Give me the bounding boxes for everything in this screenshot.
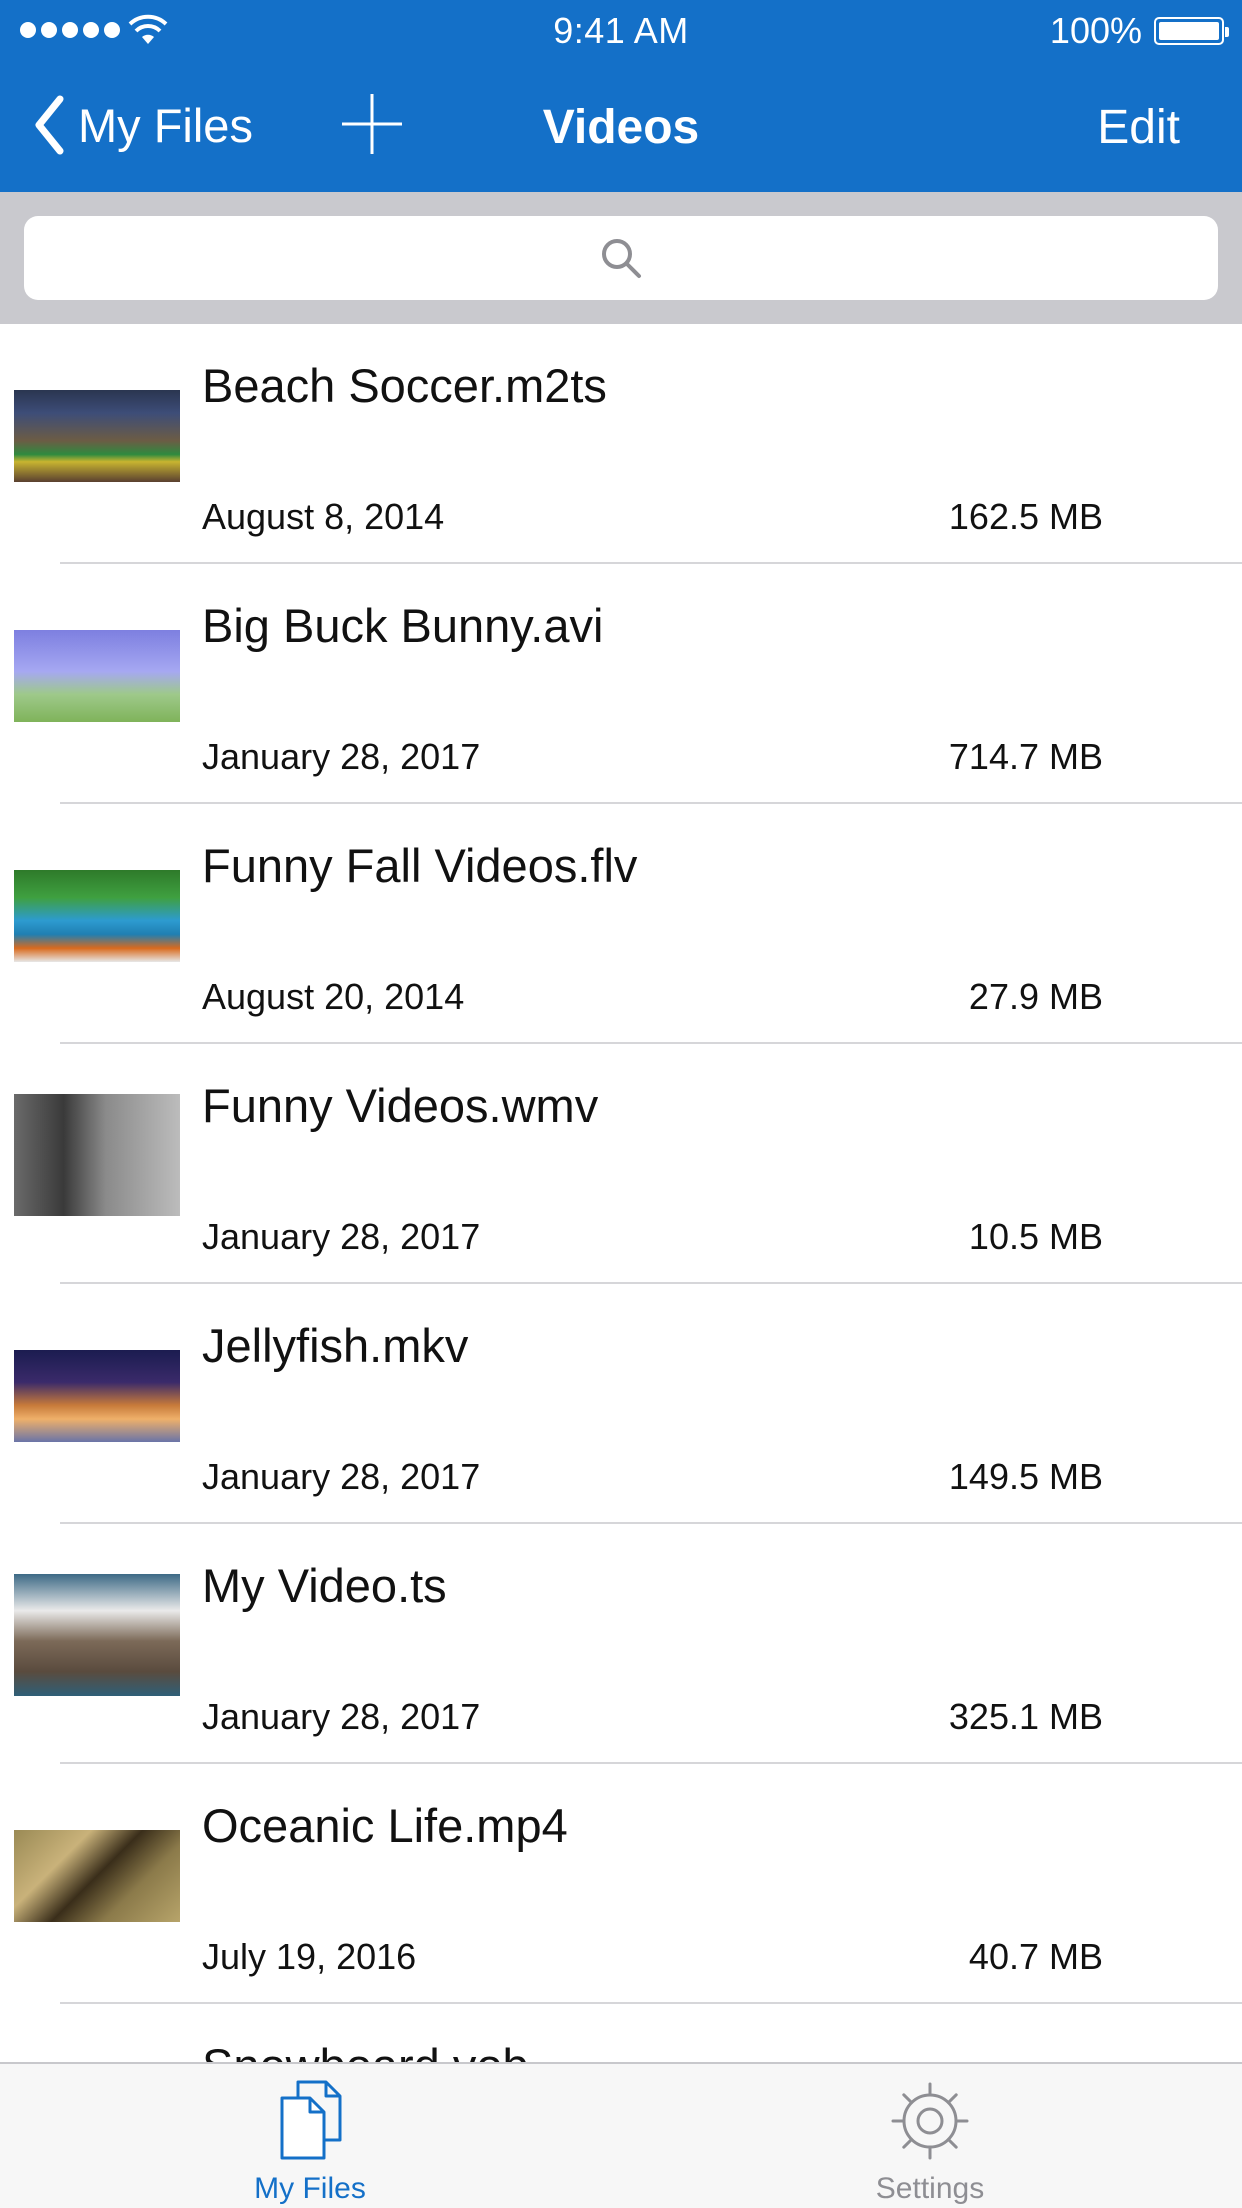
list-item[interactable]: Snowboard.vob	[0, 2004, 1242, 2062]
tab-my-files-label: My Files	[254, 2172, 366, 2205]
page-title: Videos	[542, 101, 700, 154]
search-input[interactable]	[24, 216, 1218, 300]
video-thumbnail	[14, 1350, 180, 1442]
file-date: August 8, 2014	[202, 496, 445, 537]
list-item[interactable]: My Video.ts January 28, 2017 325.1 MB	[0, 1524, 1242, 1764]
tab-my-files[interactable]: My Files	[160, 2064, 460, 2208]
file-name: Big Buck Bunny.avi	[202, 599, 604, 652]
video-thumbnail	[14, 390, 180, 482]
list-item[interactable]: Oceanic Life.mp4 July 19, 2016 40.7 MB	[0, 1764, 1242, 2004]
file-name: Jellyfish.mkv	[202, 1319, 469, 1372]
search-bar	[0, 192, 1242, 324]
video-thumbnail	[14, 630, 180, 722]
file-list: Beach Soccer.m2ts August 8, 2014 162.5 M…	[0, 324, 1242, 2062]
file-size: 27.9 MB	[968, 976, 1103, 1017]
tab-settings[interactable]: Settings	[780, 2064, 1080, 2208]
battery-percentage: 100%	[1049, 10, 1142, 51]
search-field[interactable]	[24, 216, 1218, 300]
file-name: Snowboard.vob	[202, 2038, 529, 2062]
tab-bar: My Files Settings	[0, 2062, 1242, 2208]
file-name: Beach Soccer.m2ts	[202, 359, 607, 412]
file-name: Funny Videos.wmv	[202, 1079, 599, 1132]
file-size: 40.7 MB	[968, 1936, 1103, 1977]
gear-icon	[891, 2082, 969, 2160]
file-date: January 28, 2017	[202, 1216, 481, 1257]
file-date: January 28, 2017	[202, 1456, 481, 1497]
list-item[interactable]: Jellyfish.mkv January 28, 2017 149.5 MB	[0, 1284, 1242, 1524]
documents-icon	[280, 2080, 342, 2160]
file-size: 149.5 MB	[948, 1456, 1103, 1497]
tab-settings-label: Settings	[875, 2172, 985, 2205]
video-thumbnail	[14, 1574, 180, 1696]
file-name: My Video.ts	[202, 1559, 447, 1612]
video-thumbnail	[14, 1830, 180, 1922]
list-item[interactable]: Beach Soccer.m2ts August 8, 2014 162.5 M…	[0, 324, 1242, 564]
list-item[interactable]: Funny Videos.wmv January 28, 2017 10.5 M…	[0, 1044, 1242, 1284]
video-thumbnail	[14, 1094, 180, 1216]
status-bar: 9:41 AM 100%	[0, 0, 1242, 62]
file-size: 714.7 MB	[948, 736, 1103, 777]
video-thumbnail	[14, 870, 180, 962]
file-date: January 28, 2017	[202, 736, 481, 777]
file-date: August 20, 2014	[202, 976, 465, 1017]
file-date: January 28, 2017	[202, 1696, 481, 1737]
file-size: 10.5 MB	[968, 1216, 1103, 1257]
nav-bar: My Files Videos Edit	[0, 62, 1242, 192]
file-date: July 19, 2016	[202, 1936, 417, 1977]
edit-button[interactable]: Edit	[1097, 100, 1180, 155]
list-item[interactable]: Funny Fall Videos.flv August 20, 2014 27…	[0, 804, 1242, 1044]
list-item[interactable]: Big Buck Bunny.avi January 28, 2017 714.…	[0, 564, 1242, 804]
file-size: 162.5 MB	[948, 496, 1103, 537]
file-name: Oceanic Life.mp4	[202, 1799, 568, 1852]
navigation-header: 9:41 AM 100% My Files Videos Edit	[0, 0, 1242, 192]
battery-icon	[1154, 17, 1229, 45]
file-name: Funny Fall Videos.flv	[202, 839, 638, 892]
file-size: 325.1 MB	[948, 1696, 1103, 1737]
